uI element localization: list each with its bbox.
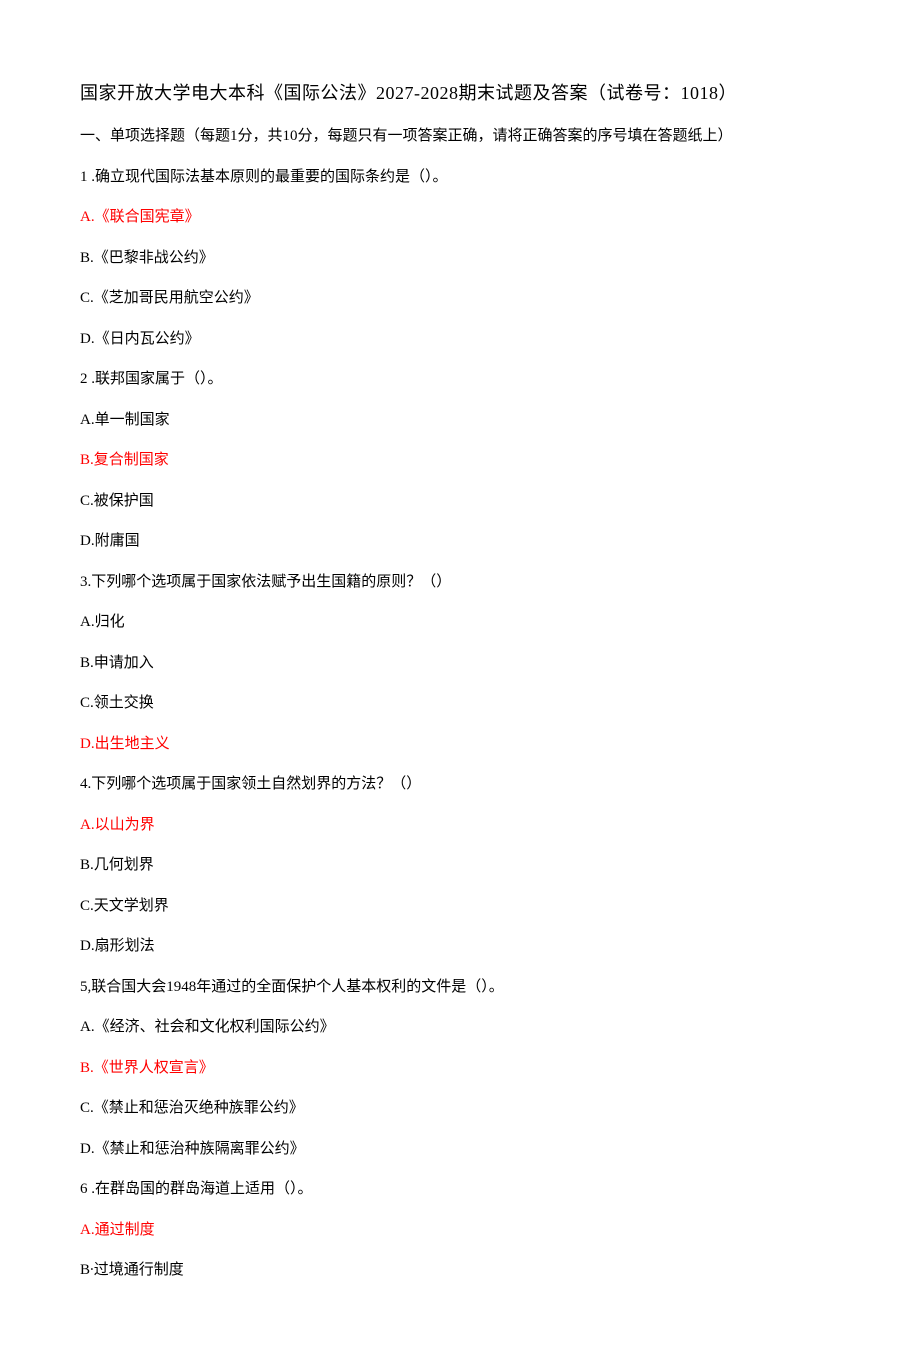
question-2-option-b: B.复合制国家: [80, 449, 840, 472]
question-3-option-d: D.出生地主义: [80, 733, 840, 756]
question-2-option-d: D.附庸国: [80, 530, 840, 553]
question-5-option-b: B.《世界人权宣言》: [80, 1057, 840, 1080]
question-5-text: 5,联合国大会1948年通过的全面保护个人基本权利的文件是（）。: [80, 976, 840, 999]
question-5-option-d: D.《禁止和惩治种族隔离罪公约》: [80, 1138, 840, 1161]
question-1-option-a: A.《联合国宪章》: [80, 206, 840, 229]
question-2-option-a: A.单一制国家: [80, 409, 840, 432]
question-4-option-a: A.以山为界: [80, 814, 840, 837]
question-3-option-a: A.归化: [80, 611, 840, 634]
question-1-option-b: B.《巴黎非战公约》: [80, 247, 840, 270]
question-2-text: 2 .联邦国家属于（）。: [80, 368, 840, 391]
question-3-text: 3.下列哪个选项属于国家依法赋予出生国籍的原则？（）: [80, 571, 840, 594]
question-4-option-c: C.天文学划界: [80, 895, 840, 918]
question-4-option-b: B.几何划界: [80, 854, 840, 877]
question-5-option-c: C.《禁止和惩治灭绝种族罪公约》: [80, 1097, 840, 1120]
question-6-option-b: B∙过境通行制度: [80, 1259, 840, 1282]
question-3-option-b: B.申请加入: [80, 652, 840, 675]
question-2-option-c: C.被保护国: [80, 490, 840, 513]
question-6-text: 6 .在群岛国的群岛海道上适用（）。: [80, 1178, 840, 1201]
question-4-text: 4.下列哪个选项属于国家领土自然划界的方法？（）: [80, 773, 840, 796]
document-title: 国家开放大学电大本科《国际公法》2027-2028期末试题及答案（试卷号：101…: [80, 80, 840, 107]
question-1-option-d: D.《日内瓦公约》: [80, 328, 840, 351]
question-4-option-d: D.扇形划法: [80, 935, 840, 958]
question-6-option-a: A.通过制度: [80, 1219, 840, 1242]
question-1-option-c: C.《芝加哥民用航空公约》: [80, 287, 840, 310]
question-3-option-c: C.领土交换: [80, 692, 840, 715]
question-1-text: 1 .确立现代国际法基本原则的最重要的国际条约是（）。: [80, 166, 840, 189]
question-5-option-a: A.《经济、社会和文化权利国际公约》: [80, 1016, 840, 1039]
section-header: 一、单项选择题（每题1分，共10分，每题只有一项答案正确，请将正确答案的序号填在…: [80, 125, 840, 148]
